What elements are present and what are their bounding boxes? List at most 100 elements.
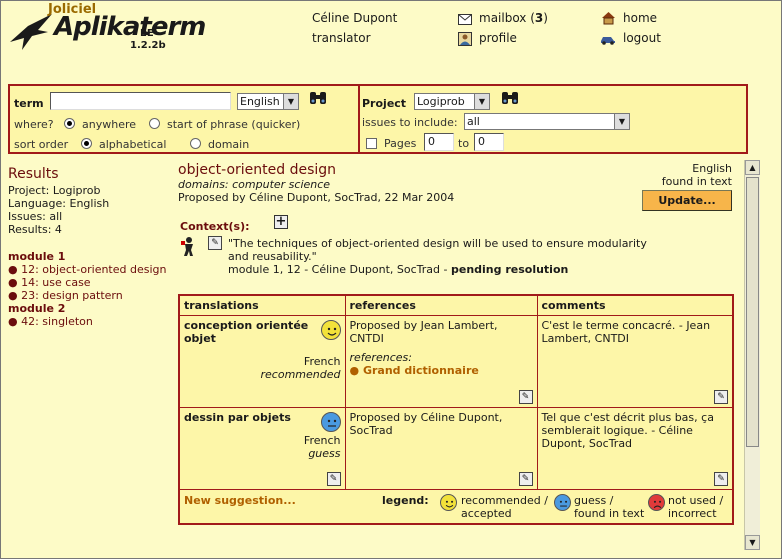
alphabetical-label: alphabetical	[99, 138, 167, 151]
mail-icon[interactable]	[458, 13, 472, 26]
result-link[interactable]: 42: singleton	[21, 315, 93, 328]
anywhere-radio[interactable]	[64, 118, 75, 129]
issues-select[interactable]: all ▼	[464, 113, 630, 130]
chevron-down-icon: ▼	[283, 94, 298, 109]
comment-cell: C'est le terme concacré. - Jean Lambert,…	[536, 315, 734, 408]
update-button[interactable]: Update...	[642, 190, 732, 211]
reference-link[interactable]: Grand dictionnaire	[363, 364, 479, 377]
pages-to-label: to	[458, 137, 470, 150]
edit-icon[interactable]: ✎	[714, 472, 728, 486]
translation-lang: French	[303, 434, 341, 447]
translation-cell: dessin par objets French guess ✎	[178, 407, 346, 490]
smiley-notused-icon	[648, 494, 665, 511]
user-role: translator	[312, 31, 371, 45]
car-icon[interactable]	[600, 33, 616, 45]
binoculars-project-icon[interactable]	[500, 90, 520, 106]
table-footer-row: New suggestion... legend: recommended / …	[178, 489, 734, 524]
results-language: Language: English	[8, 197, 110, 210]
edit-icon[interactable]: ✎	[714, 390, 728, 404]
result-link[interactable]: 23: design pattern	[21, 289, 123, 302]
translation-status: guess	[308, 447, 341, 460]
scroll-up-icon[interactable]: ▲	[745, 160, 760, 175]
result-link[interactable]: 12: object-oriented design	[21, 263, 166, 276]
smiley-guess-icon	[320, 412, 341, 432]
smiley-recommended-icon	[320, 320, 341, 340]
list-item[interactable]: ● 14: use case	[8, 276, 168, 289]
app-logo: Joliciel Aplikaterm EE 1.2.2b	[8, 2, 206, 64]
domain-radio[interactable]	[190, 138, 201, 149]
term-label: term	[14, 97, 44, 110]
project-select[interactable]: Logiprob ▼	[414, 93, 490, 110]
issues-label: issues to include:	[362, 116, 458, 129]
context-source: module 1, 12 - Céline Dupont, SocTrad - …	[228, 263, 568, 276]
translation-term[interactable]: conception orientée objet	[184, 319, 314, 345]
domain-label: domain	[208, 138, 250, 151]
edit-icon[interactable]: ✎	[518, 390, 533, 404]
pages-checkbox[interactable]	[366, 138, 377, 149]
term-title: object-oriented design	[178, 162, 337, 178]
table-row: conception orientée objet French recomme…	[178, 315, 734, 408]
results-title: Results	[8, 166, 59, 182]
translation-cell: conception orientée objet French recomme…	[178, 315, 346, 408]
comment-text: Tel que c'est décrit plus bas, ça semble…	[541, 411, 714, 450]
smiley-guess-icon	[554, 494, 571, 511]
reference-cell: Proposed by Jean Lambert, CNTDI referenc…	[344, 315, 538, 408]
binoculars-search-icon[interactable]	[308, 90, 328, 106]
chevron-down-icon: ▼	[614, 114, 629, 129]
list-item[interactable]: ● 42: singleton	[8, 315, 168, 328]
user-name: Céline Dupont	[312, 11, 398, 25]
swallow-icon	[10, 14, 52, 50]
language-select[interactable]: English ▼	[237, 93, 299, 110]
translation-status: recommended	[260, 368, 341, 381]
brand-edition: EE	[140, 28, 154, 39]
context-quote: "The techniques of object-oriented desig…	[228, 237, 647, 263]
chevron-down-icon: ▼	[474, 94, 489, 109]
edit-icon[interactable]: ✎	[518, 472, 533, 486]
start-of-phrase-label: start of phrase (quicker)	[167, 118, 301, 131]
context-source-text: module 1, 12 - Céline Dupont, SocTrad -	[228, 263, 451, 276]
reference-item[interactable]: ● Grand dictionnaire	[350, 364, 533, 377]
profile-link[interactable]: profile	[479, 31, 517, 45]
profile-icon[interactable]	[458, 32, 472, 46]
term-search-section: term English ▼ where? anywhere start of …	[10, 86, 360, 152]
list-item[interactable]: ● 12: object-oriented design	[8, 263, 168, 276]
pages-to-input[interactable]: 0	[474, 133, 504, 151]
term-input[interactable]	[50, 92, 231, 110]
project-select-value: Logiprob	[417, 95, 465, 108]
reference-proposed: Proposed by Céline Dupont, SocTrad	[349, 411, 503, 437]
results-project: Project: Logiprob	[8, 184, 101, 197]
legend-label: legend:	[382, 494, 429, 507]
mailbox-label[interactable]: mailbox	[479, 11, 526, 25]
reference-proposed: Proposed by Jean Lambert, CNTDI	[349, 319, 498, 345]
module-heading: module 2	[8, 302, 66, 315]
new-suggestion-link[interactable]: New suggestion...	[184, 494, 296, 507]
edit-context-icon[interactable]: ✎	[208, 236, 222, 250]
term-meta: English found in text	[662, 162, 732, 188]
translation-term[interactable]: dessin par objets	[184, 411, 341, 424]
translations-table: translations references comments concept…	[178, 294, 734, 525]
alphabetical-radio[interactable]	[81, 138, 92, 149]
context-label: Context(s):	[180, 220, 250, 233]
edit-icon[interactable]: ✎	[326, 472, 341, 486]
scroll-thumb[interactable]	[746, 177, 759, 447]
language-select-value: English	[240, 95, 280, 108]
home-icon[interactable]	[601, 11, 616, 25]
result-link[interactable]: 14: use case	[21, 276, 90, 289]
smiley-recommended-icon	[440, 494, 457, 511]
home-link[interactable]: home	[623, 11, 657, 25]
scroll-down-icon[interactable]: ▼	[745, 535, 760, 550]
version: 1.2.2b	[130, 40, 166, 51]
add-context-button[interactable]: +	[274, 215, 288, 229]
mailbox-link[interactable]: mailbox (3)	[479, 11, 548, 25]
pages-from-input[interactable]: 0	[424, 133, 454, 151]
results-issues: Issues: all	[8, 210, 63, 223]
vertical-scrollbar[interactable]: ▲ ▼	[744, 160, 760, 550]
person-flag-icon[interactable]	[180, 236, 198, 256]
mailbox-count: 3	[534, 11, 544, 25]
logout-link[interactable]: logout	[623, 31, 661, 45]
comment-text: C'est le terme concacré. - Jean Lambert,…	[541, 319, 711, 345]
start-of-phrase-radio[interactable]	[149, 118, 160, 129]
list-item[interactable]: ● 23: design pattern	[8, 289, 168, 302]
pages-label: Pages	[384, 137, 417, 150]
term-found: found in text	[661, 175, 732, 188]
